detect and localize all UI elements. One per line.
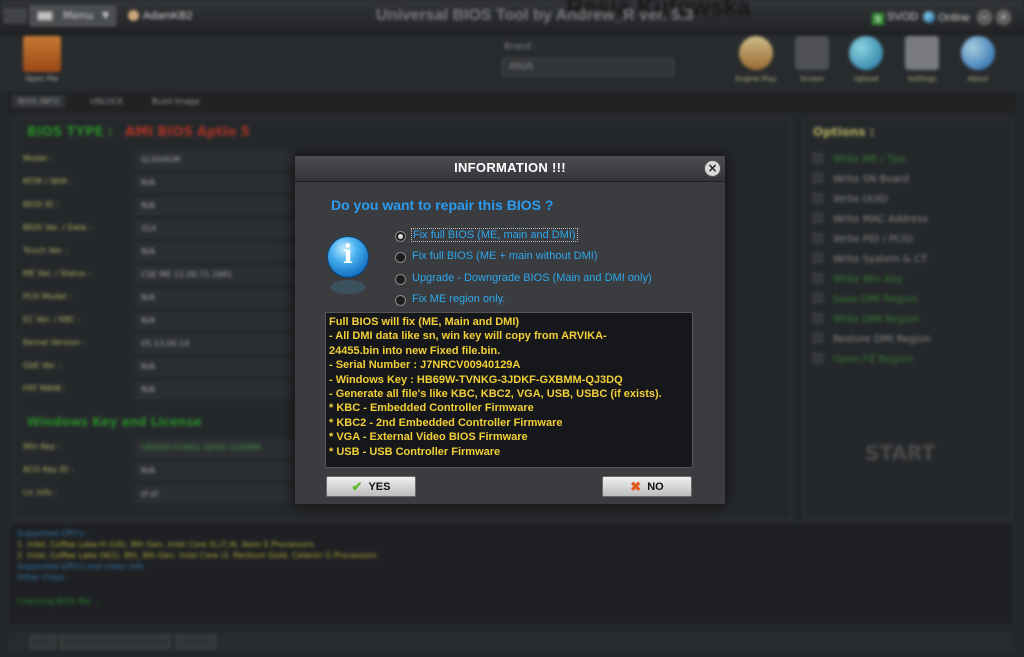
no-button[interactable]: ✖ NO <box>602 476 692 497</box>
description-box[interactable]: Full BIOS will fix (ME, Main and DMI) - … <box>325 312 693 468</box>
dialog-question: Do you want to repair this BIOS ? <box>331 197 554 213</box>
radio-fix-full-bios[interactable]: Fix full BIOS (ME, main and DMI) <box>395 228 695 244</box>
radio-dot[interactable] <box>395 231 406 242</box>
x-icon: ✖ <box>630 479 642 494</box>
radio-dot[interactable] <box>395 252 406 263</box>
radio-dot[interactable] <box>395 274 406 285</box>
description-line: - Windows Key : HB69W-TVNKG-3JDKF-GXBMM-… <box>329 373 623 386</box>
yes-label: YES <box>368 481 391 493</box>
dialog-title: INFORMATION !!! <box>454 160 566 175</box>
description-line: - Serial Number : J7NRCV00940129A <box>329 359 521 372</box>
yes-button[interactable]: ✔ YES <box>326 476 416 497</box>
radio-fix-without-dmi[interactable]: Fix full BIOS (ME + main without DMI) <box>395 249 695 265</box>
description-line: Full BIOS will fix (ME, Main and DMI) <box>329 316 520 328</box>
dialog-close-button[interactable]: × <box>704 160 721 177</box>
description-line: - All DMI data like sn, win key will cop… <box>329 330 607 343</box>
radio-label[interactable]: Upgrade - Downgrade BIOS (Main and DMI o… <box>411 272 653 284</box>
description-line: * USB - USB Controller Firmware <box>329 445 501 458</box>
radio-label[interactable]: Fix ME region only. <box>411 293 506 305</box>
description-line: * KBC2 - 2nd Embedded Controller Firmwar… <box>329 416 563 429</box>
radio-dot[interactable] <box>395 295 406 306</box>
description-line: 24455.bin into new Fixed file.bin. <box>329 344 501 357</box>
description-line: * VGA - External Video BIOS Firmware <box>329 431 528 444</box>
info-icon-reflection <box>331 280 365 294</box>
description-line: * KBC - Embedded Controller Firmware <box>329 402 534 415</box>
radio-label[interactable]: Fix full BIOS (ME + main without DMI) <box>411 250 599 262</box>
checkmark-icon: ✔ <box>351 479 363 494</box>
info-icon: i <box>327 236 369 278</box>
description-line: - Generate all file's like KBC, KBC2, VG… <box>329 388 662 401</box>
no-label: NO <box>647 481 664 493</box>
information-dialog: INFORMATION !!! × Do you want to repair … <box>294 155 726 505</box>
radio-upgrade-downgrade[interactable]: Upgrade - Downgrade BIOS (Main and DMI o… <box>395 271 695 287</box>
dialog-header: INFORMATION !!! × <box>295 156 725 182</box>
radio-label[interactable]: Fix full BIOS (ME, main and DMI) <box>411 228 578 242</box>
radio-fix-me-only[interactable]: Fix ME region only. <box>395 292 695 308</box>
